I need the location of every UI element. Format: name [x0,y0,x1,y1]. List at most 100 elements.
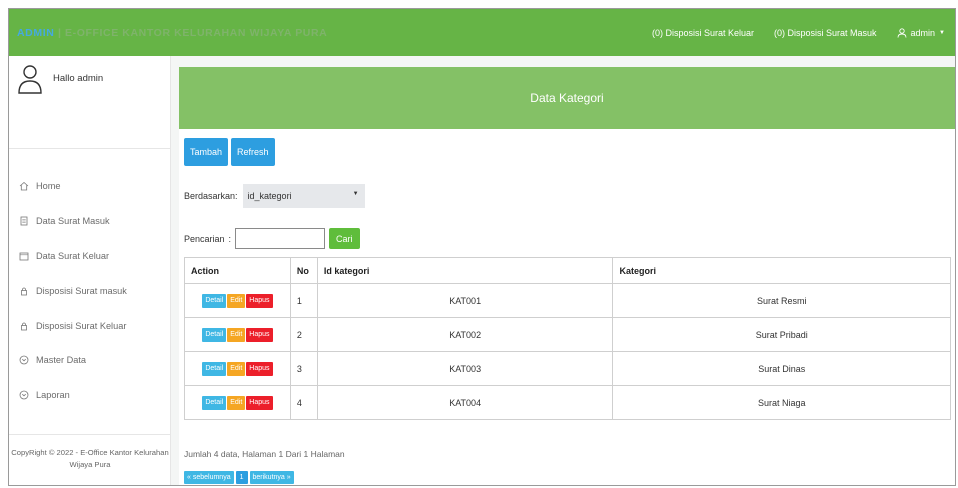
search-label: Pencarian [184,233,225,244]
kategori-cell: Surat Pribadi [612,317,951,352]
sidebar-item-home[interactable]: Home [9,169,171,204]
edit-button[interactable]: Edit [227,395,246,410]
user-panel: Hallo admin [9,56,170,149]
kategori-cell: Surat Resmi [612,283,951,318]
lock-icon [21,287,27,296]
brand-text: | E-OFFICE KANTOR KELURAHAN WIJAYA PURA [54,26,328,39]
home-icon [19,182,29,191]
sidebar-item-disposisi-surat-masuk[interactable]: Disposisi Surat masuk [9,273,171,308]
top-navbar: ADMIN | E-OFFICE KANTOR KELURAHAN WIJAYA… [9,9,955,56]
hapus-button[interactable]: Hapus [246,327,273,342]
detail-button[interactable]: Detail [202,395,227,410]
table-row: Detail Edit Hapus 3 KAT003 Surat Dinas [184,351,951,386]
detail-button[interactable]: Detail [202,293,227,308]
detail-button[interactable]: Detail [202,327,227,342]
hapus-button[interactable]: Hapus [246,395,273,410]
edit-button[interactable]: Edit [227,327,246,342]
no-cell: 2 [289,317,318,352]
prev-page-button[interactable]: « sebelumnya [184,471,234,484]
edit-button[interactable]: Edit [227,361,246,376]
hapus-button[interactable]: Hapus [246,361,273,376]
sidebar: Hallo admin Home Data Surat Masuk Data S… [9,56,171,485]
kategori-table: Action No Id kategori Kategori Detail Edi… [184,257,951,420]
navbar-right: (0) Disposisi Surat Keluar (0) Disposisi… [652,9,945,56]
caret-down-icon: ▼ [352,191,359,197]
panel-header: Data Kategori [179,67,955,129]
id-kategori-cell: KAT004 [316,385,614,420]
filter-row: Berdasarkan: id_kategori ▼ [184,184,365,208]
sidebar-item-master-data[interactable]: Master Data [9,343,171,378]
edit-button[interactable]: Edit [227,293,246,308]
tambah-button[interactable]: Tambah [184,138,229,166]
folder-icon [19,252,29,261]
user-icon [897,27,906,38]
table-row: Detail Edit Hapus 4 KAT004 Surat Niaga [184,385,951,420]
sidebar-item-label: Data Surat Masuk [36,216,110,227]
sidebar-item-data-surat-keluar[interactable]: Data Surat Keluar [9,239,171,274]
sidebar-item-label: Home [36,181,61,192]
sidebar-item-label: Laporan [36,390,70,401]
sidebar-item-data-surat-masuk[interactable]: Data Surat Masuk [9,204,171,239]
lock-icon [21,322,27,330]
greeting-text: Hallo admin [53,73,104,84]
header-id-kategori: Id kategori [316,257,614,284]
app-frame: ADMIN | E-OFFICE KANTOR KELURAHAN WIJAYA… [8,8,956,486]
user-menu[interactable]: admin ▼ [897,28,945,38]
data-summary: Jumlah 4 data, Halaman 1 Dari 1 Halaman [184,449,345,459]
chevron-circle-icon [19,390,29,400]
user-avatar-icon [18,65,42,94]
caret-down-icon: ▼ [939,29,945,36]
brand-highlight: ADMIN [17,26,55,39]
toolbar: Tambah Refresh [184,138,275,166]
copyright-line-2: Wijaya Pura [69,460,111,469]
sidebar-item-label: Master Data [36,355,87,366]
id-kategori-cell: KAT001 [316,283,614,318]
disposisi-keluar-link[interactable]: (0) Disposisi Surat Keluar [652,28,754,38]
page-1-button[interactable]: 1 [235,471,248,484]
header-kategori: Kategori [612,257,951,284]
search-row: Pencarian : Cari [184,228,360,249]
filter-select[interactable]: id_kategori ▼ [242,184,365,208]
chevron-circle-icon [19,355,29,365]
id-kategori-cell: KAT003 [316,351,614,386]
filter-label: Berdasarkan: [184,191,238,201]
filter-selected-value: id_kategori [247,191,292,201]
table-row: Detail Edit Hapus 1 KAT001 Surat Resmi [184,283,951,318]
next-page-button[interactable]: berikutnya » [249,471,294,484]
sidebar-item-label: Data Surat Keluar [36,250,110,261]
no-cell: 1 [289,283,318,318]
table-row: Detail Edit Hapus 2 KAT002 Surat Pribadi [184,317,951,352]
sidebar-footer: CopyRight © 2022 - E-Office Kantor Kelur… [9,434,171,471]
action-cell: Detail Edit Hapus [184,351,291,386]
main-content: Data Kategori Tambah Refresh Berdasarkan… [179,67,955,485]
sidebar-item-label: Disposisi Surat masuk [36,285,127,296]
action-cell: Detail Edit Hapus [184,317,291,352]
sidebar-menu: Home Data Surat Masuk Data Surat Keluar … [9,169,171,413]
header-no: No [289,257,318,284]
action-cell: Detail Edit Hapus [184,385,291,420]
sidebar-item-label: Disposisi Surat Keluar [36,320,127,331]
copyright-line-1: CopyRight © 2022 - E-Office Kantor Kelur… [11,448,169,457]
header-action: Action [184,257,291,284]
action-cell: Detail Edit Hapus [184,283,291,318]
detail-button[interactable]: Detail [202,361,227,376]
sidebar-item-laporan[interactable]: Laporan [9,378,171,413]
kategori-cell: Surat Niaga [612,385,951,420]
brand-title[interactable]: ADMIN | E-OFFICE KANTOR KELURAHAN WIJAYA… [17,27,327,39]
disposisi-masuk-link[interactable]: (0) Disposisi Surat Masuk [774,28,877,38]
search-colon: : [228,233,232,244]
user-name: admin [910,27,936,38]
table-header-row: Action No Id kategori Kategori [184,257,951,284]
no-cell: 4 [289,385,318,420]
kategori-cell: Surat Dinas [612,351,951,386]
search-input[interactable] [235,228,326,249]
document-icon [20,216,28,226]
id-kategori-cell: KAT002 [316,317,614,352]
hapus-button[interactable]: Hapus [246,293,273,308]
no-cell: 3 [289,351,318,386]
page-title: Data Kategori [530,91,604,105]
cari-button[interactable]: Cari [329,228,360,249]
sidebar-item-disposisi-surat-keluar[interactable]: Disposisi Surat Keluar [9,308,171,343]
pagination: « sebelumnya 1 berikutnya » [184,471,294,484]
refresh-button[interactable]: Refresh [231,138,275,166]
